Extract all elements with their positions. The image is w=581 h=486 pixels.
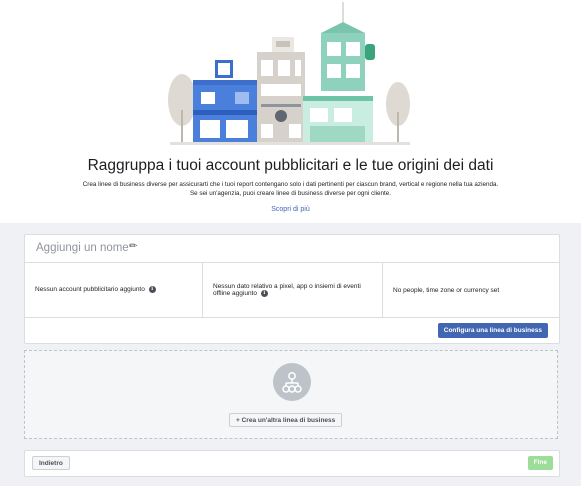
page-title: Raggruppa i tuoi account pubblicitari e …	[87, 157, 494, 174]
configure-business-line-button[interactable]: Configura una linea di business	[437, 323, 548, 338]
ad-accounts-status: Nessun account pubblicitario aggiunto	[35, 286, 145, 294]
create-business-line-label: Crea un'altra linea di business	[241, 417, 336, 424]
footer-bar: Indietro Fine	[24, 450, 560, 477]
back-button[interactable]: Indietro	[32, 456, 70, 470]
create-business-line-button[interactable]: + Crea un'altra linea di business	[229, 413, 343, 427]
hierarchy-icon	[282, 372, 302, 393]
info-icon[interactable]: i	[260, 289, 268, 297]
pencil-icon[interactable]: ✏	[129, 241, 137, 252]
data-sources-cell: Nessun dato relativo a pixel, app o insi…	[203, 263, 383, 317]
info-icon[interactable]: i	[148, 286, 156, 294]
storefront-illustration	[168, 2, 410, 145]
add-business-line-area: + Crea un'altra linea di business	[24, 350, 558, 439]
business-line-name-row[interactable]: Aggiungi un nome ✏	[25, 235, 559, 263]
people-cell: No people, time zone or currency set	[383, 263, 559, 317]
page-description: Crea linee di business diverse per assic…	[82, 181, 499, 197]
ad-accounts-cell: Nessun account pubblicitario aggiunto i	[25, 263, 203, 317]
hero-section: Raggruppa i tuoi account pubblicitari e …	[0, 0, 581, 225]
learn-more-link[interactable]: Scopri di più	[0, 206, 581, 213]
business-line-summary: Nessun account pubblicitario aggiunto i …	[25, 263, 559, 318]
done-button[interactable]: Fine	[527, 456, 553, 470]
people-status: No people, time zone or currency set	[393, 286, 500, 294]
plus-icon: +	[236, 417, 240, 424]
data-sources-status: Nessun dato relativo a pixel, app o insi…	[213, 282, 361, 298]
business-line-card: Aggiungi un nome ✏ Nessun account pubbli…	[24, 234, 560, 344]
business-line-placeholder-icon	[273, 363, 311, 401]
business-line-name-field[interactable]: Aggiungi un nome	[36, 242, 129, 254]
